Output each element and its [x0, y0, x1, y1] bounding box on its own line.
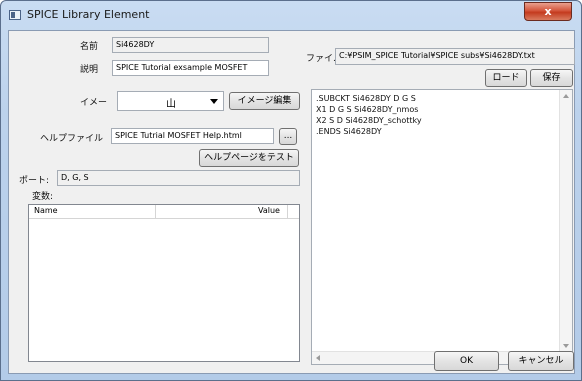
scroll-down-icon[interactable] [563, 344, 569, 348]
column-divider[interactable] [155, 205, 156, 219]
title-bar[interactable]: SPICE Library Element x [1, 1, 581, 29]
netlist-line: .ENDS Si4628DY [316, 127, 382, 136]
image-label: イメー [80, 98, 108, 108]
ok-button[interactable]: OK [434, 351, 499, 371]
netlist-line: X1 D G S Si4628DY_nmos [316, 105, 419, 114]
image-edit-button[interactable]: イメージ編集 [229, 92, 300, 110]
dialog-window: SPICE Library Element x 名前 Si4628DY 説明 S… [0, 0, 582, 381]
variables-label: 変数: [32, 192, 54, 202]
description-field[interactable]: SPICE Tutorial exsample MOSFET [112, 60, 269, 76]
test-help-button[interactable]: ヘルプページをテスト [199, 149, 299, 167]
image-select[interactable]: 山 [117, 91, 224, 111]
port-label: ポート: [19, 176, 50, 186]
close-icon: x [544, 5, 552, 18]
table-header: Name Value [29, 205, 299, 219]
column-value[interactable]: Value [258, 206, 280, 215]
column-name[interactable]: Name [34, 206, 58, 215]
scroll-up-icon[interactable] [563, 94, 569, 98]
name-label: 名前 [80, 42, 99, 52]
file-path-field[interactable]: C:¥PSIM_SPICE Tutorial¥SPICE subs¥Si4628… [335, 48, 575, 65]
dialog-body: 名前 Si4628DY 説明 SPICE Tutorial exsample M… [8, 30, 575, 374]
image-symbol: 山 [166, 99, 176, 110]
name-field[interactable]: Si4628DY [112, 37, 269, 53]
scroll-left-icon[interactable] [316, 355, 320, 361]
help-file-label: ヘルプファイル [40, 134, 104, 144]
netlist-line: .SUBCKT Si4628DY D G S [316, 94, 416, 103]
load-button[interactable]: ロード [485, 69, 527, 87]
column-divider[interactable] [287, 205, 288, 219]
vertical-scrollbar[interactable] [559, 90, 572, 352]
netlist-editor[interactable]: .SUBCKT Si4628DY D G S X1 D G S Si4628DY… [311, 89, 573, 365]
netlist-line: X2 S D Si4628DY_schottky [316, 116, 422, 125]
close-button[interactable]: x [524, 2, 572, 21]
chevron-down-icon [210, 99, 218, 104]
variables-table[interactable]: Name Value [28, 204, 300, 362]
window-title: SPICE Library Element [27, 8, 150, 21]
save-button[interactable]: 保存 [530, 69, 573, 87]
port-field[interactable]: D, G, S [57, 170, 300, 186]
cancel-button[interactable]: キャンセル [508, 351, 574, 371]
file-label: ファイ. [306, 54, 336, 64]
help-file-field[interactable]: SPICE Tutrial MOSFET Help.html [111, 128, 274, 144]
window-icon [9, 10, 21, 20]
description-label: 説明 [80, 65, 99, 75]
browse-button[interactable]: ... [279, 128, 297, 145]
